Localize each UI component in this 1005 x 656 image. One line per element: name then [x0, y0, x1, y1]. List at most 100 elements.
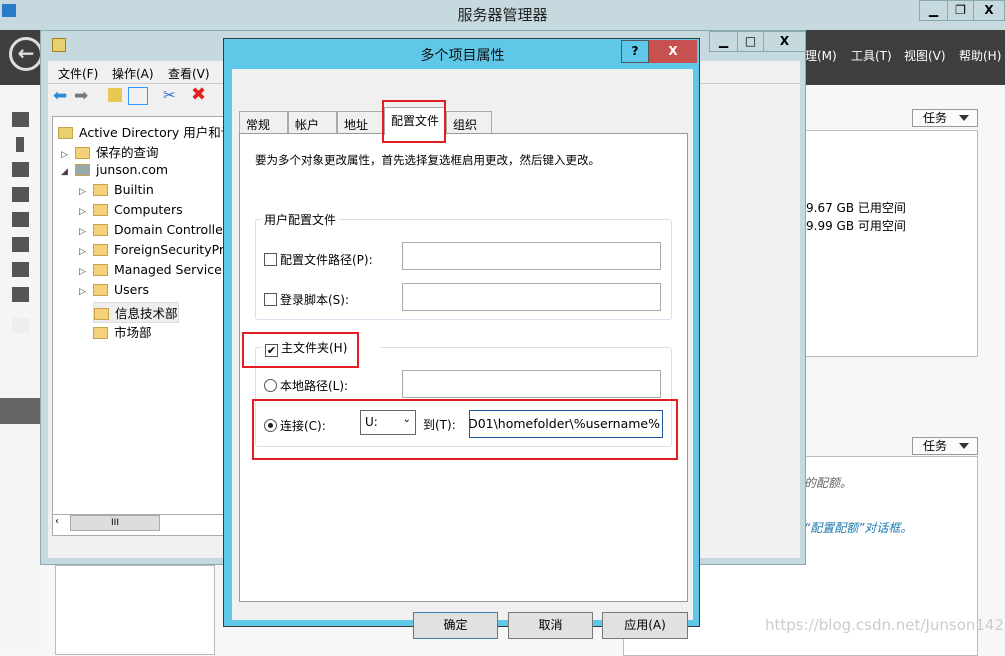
menu-tools[interactable]: 工具(T) — [851, 47, 892, 64]
ad-icon — [52, 38, 66, 52]
help-button[interactable]: ? — [621, 40, 649, 63]
local-path-input[interactable] — [402, 370, 661, 398]
radio[interactable] — [264, 379, 277, 392]
tree-label: 信息技术部 — [115, 306, 178, 321]
ad-close-button[interactable]: X — [763, 31, 806, 52]
sidebar — [0, 85, 40, 648]
ad-maximize-button[interactable]: □ — [737, 31, 764, 52]
tree-item[interactable]: ▷ Domain Controllers — [79, 222, 234, 237]
back-icon[interactable]: ⬅ — [53, 86, 67, 106]
highlight-box-home-folder — [242, 332, 359, 368]
tab-panel: 要为多个对象更改属性，首先选择复选框启用更改，然后键入更改。 用户配置文件 配置… — [239, 133, 688, 602]
tree-label: Users — [114, 282, 150, 297]
window-title: 服务器管理器 — [457, 6, 548, 24]
logon-script-label: 登录脚本(S): — [280, 293, 350, 307]
profile-path-input[interactable] — [402, 242, 661, 270]
tasks-dropdown-bottom[interactable]: 任务 — [912, 437, 978, 455]
local-server-icon[interactable] — [16, 137, 24, 152]
minimize-button[interactable]: ▁ — [919, 0, 948, 21]
tab-address[interactable]: 地址 — [337, 111, 384, 134]
ad-menu-view[interactable]: 查看(V) — [168, 65, 210, 82]
folder-icon — [93, 184, 108, 196]
multi-item-properties-dialog: 多个项目属性 ? X 常规 帐户 地址 配置文件 组织 要为多个对象更改属性，首… — [223, 38, 700, 639]
tree-item[interactable]: 市场部 — [93, 322, 152, 341]
scroll-thumb[interactable]: III — [70, 515, 160, 531]
checkbox[interactable] — [264, 253, 277, 266]
instructions: 要为多个对象更改属性，首先选择复选框启用更改，然后键入更改。 — [255, 153, 600, 167]
logon-script-checkbox[interactable]: 登录脚本(S): — [264, 291, 349, 308]
folder-icon — [93, 264, 108, 276]
tree-label: 保存的查询 — [96, 145, 159, 160]
tree-label: Builtin — [114, 182, 154, 197]
ou-icon — [93, 224, 108, 236]
ad-menu-file[interactable]: 文件(F) — [58, 65, 98, 82]
tree-label: Computers — [114, 202, 183, 217]
sidebar-selected — [0, 398, 40, 424]
cut-icon[interactable]: ✂ — [163, 86, 176, 104]
watermark: https://blog.csdn.net/Junson142099 — [765, 616, 1005, 634]
tools-icon[interactable] — [12, 212, 29, 227]
ad-ds-icon[interactable] — [12, 187, 29, 202]
tree-domain[interactable]: ◢ junson.com — [61, 162, 168, 177]
tree-item[interactable]: ▷ Computers — [79, 202, 183, 217]
tree-item[interactable]: ▷ Users — [79, 282, 149, 297]
disk-used: 9.67 GB 已用空间 — [806, 201, 906, 215]
iis-icon[interactable] — [12, 262, 29, 277]
up-folder-icon[interactable] — [108, 88, 122, 102]
folder-icon — [75, 147, 90, 159]
folder-icon — [93, 284, 108, 296]
restore-button[interactable]: ❐ — [947, 0, 974, 21]
dialog-close-button[interactable]: X — [649, 40, 697, 63]
all-servers-icon[interactable] — [12, 162, 29, 177]
folder-icon — [93, 204, 108, 216]
back-arrow-icon[interactable]: ← — [9, 37, 43, 71]
profile-path-label: 配置文件路径(P): — [280, 253, 373, 267]
ok-button[interactable]: 确定 — [413, 612, 498, 639]
show-tree-icon[interactable] — [128, 87, 148, 105]
close-button[interactable]: X — [973, 0, 1005, 21]
tree-pane: Active Directory 用户和计算机 ▷ 保存的查询 ◢ junson.c… — [52, 116, 283, 536]
tree-label: junson.com — [96, 162, 169, 177]
tree-label: 市场部 — [114, 325, 152, 340]
highlight-box-connect — [252, 399, 678, 460]
volume-panel: 9.67 GB 已用空间 9.99 GB 可用空间 — [790, 130, 978, 357]
tree-saved-queries[interactable]: ▷ 保存的查询 — [61, 142, 159, 161]
tree-item-selected[interactable]: 信息技术部 — [93, 302, 179, 323]
ad-menu-action[interactable]: 操作(A) — [112, 65, 154, 82]
quota-link[interactable]: “配置配额”对话框。 — [804, 519, 912, 536]
print-icon[interactable] — [12, 287, 29, 302]
logon-script-input[interactable] — [402, 283, 661, 311]
left-list-panel — [55, 565, 215, 655]
file-services-icon[interactable] — [12, 318, 29, 333]
disk-free: 9.99 GB 可用空间 — [806, 219, 906, 233]
quota-text: 的配额。 — [804, 476, 853, 490]
local-path-label: 本地路径(L): — [280, 379, 349, 393]
profile-path-checkbox[interactable]: 配置文件路径(P): — [264, 251, 373, 268]
highlight-box-tab — [382, 100, 446, 143]
ad-minimize-button[interactable]: ▁ — [709, 31, 738, 52]
dashboard-icon[interactable] — [12, 112, 29, 127]
forward-icon[interactable]: ➡ — [74, 86, 88, 106]
menu-manage[interactable]: 理(M) — [805, 47, 837, 64]
tree-item[interactable]: ▷ Builtin — [79, 182, 154, 197]
tab-general[interactable]: 常规 — [239, 111, 288, 134]
horizontal-scrollbar[interactable]: ‹ III — [53, 514, 223, 531]
apply-button[interactable]: 应用(A) — [602, 612, 688, 639]
tab-organization[interactable]: 组织 — [446, 111, 492, 134]
tab-account[interactable]: 帐户 — [288, 111, 337, 134]
delete-icon[interactable]: ✖ — [191, 84, 206, 105]
scroll-left-icon[interactable]: ‹ — [55, 516, 59, 527]
ad-root-icon — [58, 127, 73, 139]
folder-icon — [93, 244, 108, 256]
checkbox[interactable] — [264, 293, 277, 306]
menu-view[interactable]: 视图(V) — [904, 47, 946, 64]
dialog-client: 常规 帐户 地址 配置文件 组织 要为多个对象更改属性，首先选择复选框启用更改，… — [232, 69, 693, 639]
ou-icon — [94, 308, 109, 320]
tasks-dropdown-top[interactable]: 任务 — [912, 109, 978, 127]
server-manager-titlebar: 服务器管理器 ▁ ❐ X — [0, 0, 1005, 30]
dns-icon[interactable] — [12, 237, 29, 252]
tree-label: Domain Controllers — [114, 222, 235, 237]
local-path-radio[interactable]: 本地路径(L): — [264, 377, 348, 394]
cancel-button[interactable]: 取消 — [508, 612, 593, 639]
menu-help[interactable]: 帮助(H) — [959, 47, 1001, 64]
